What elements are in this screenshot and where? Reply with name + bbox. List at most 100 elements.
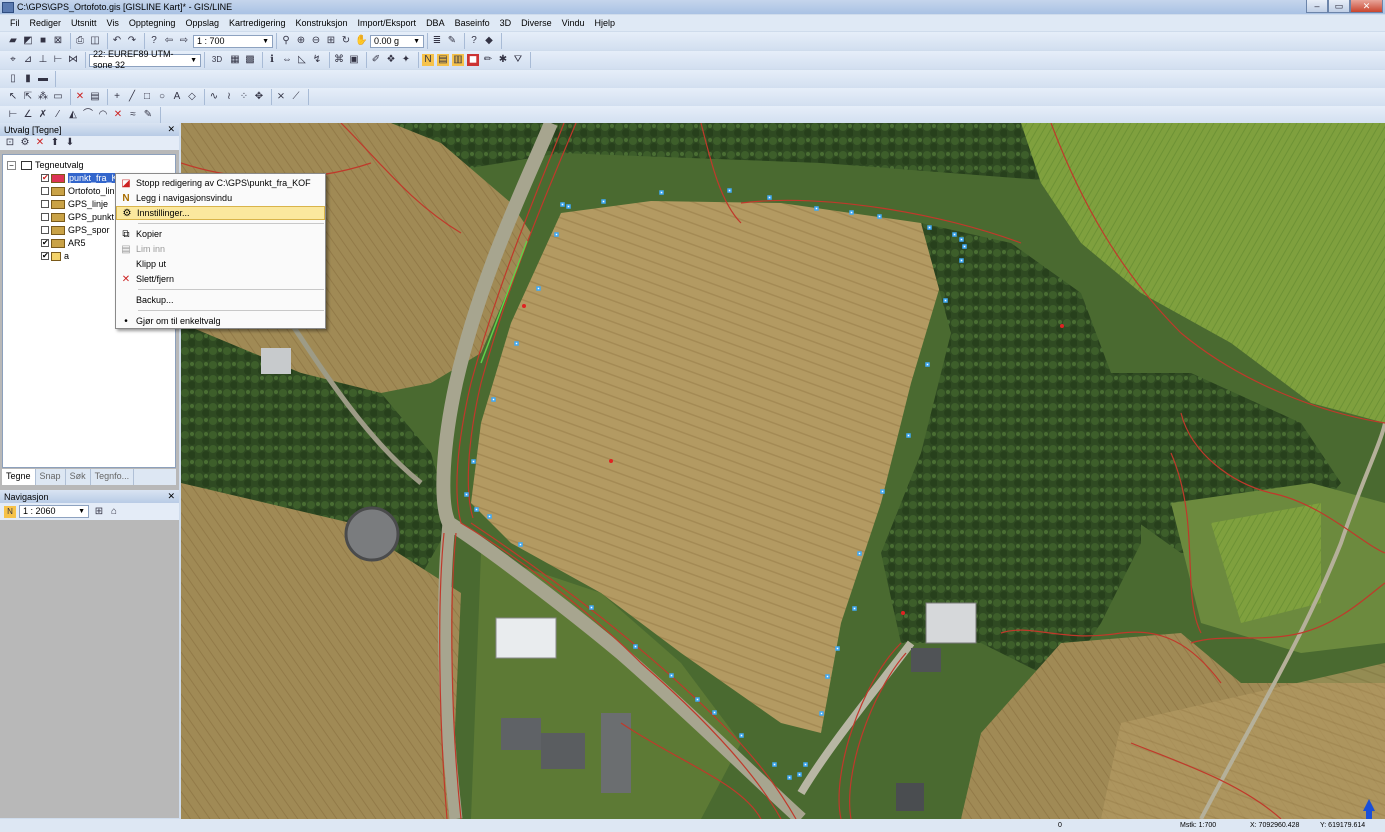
save-icon[interactable]: ■ (37, 35, 49, 47)
open-file-icon[interactable]: ◩ (22, 35, 34, 47)
snap-end-icon[interactable]: ⊢ (52, 54, 64, 66)
close-window-button[interactable]: ✕ (1350, 0, 1383, 13)
collapse-icon[interactable]: − (7, 160, 16, 170)
remove-layer-icon[interactable]: ✕ (34, 137, 46, 149)
snap-node-icon[interactable]: ⊥ (37, 54, 49, 66)
close-navigation-icon[interactable]: ✕ (167, 491, 175, 502)
menu-konstruksjon[interactable]: Konstruksjon (296, 18, 348, 28)
zoom-window-icon[interactable]: ⊞ (93, 506, 105, 518)
map-layer-icon[interactable]: ◼ (467, 54, 479, 66)
attribute-icon[interactable]: ❖ (385, 54, 397, 66)
node-icon[interactable]: ⁘ (238, 91, 250, 103)
new-layer-icon[interactable]: ⊡ (4, 137, 16, 149)
map-canvas[interactable] (181, 123, 1385, 819)
angle-combo[interactable]: 0.00 g ▼ (370, 34, 424, 48)
crs-combo[interactable]: 22: EUREF89 UTM-sone 32 ▼ (89, 49, 201, 70)
menu-fil[interactable]: Fil (10, 18, 20, 28)
orthophoto-map[interactable] (181, 123, 1385, 819)
close-panel-icon[interactable]: ✕ (167, 124, 175, 135)
select-move-icon[interactable]: ⇱ (22, 91, 34, 103)
legend-icon[interactable]: ▤ (437, 54, 449, 66)
curve-edit-icon[interactable]: ≀ (223, 91, 235, 103)
3d-label[interactable]: 3D (208, 54, 226, 66)
menu-opptegning[interactable]: Opptegning (129, 18, 176, 28)
zoom-out-icon[interactable]: ⊖ (310, 35, 322, 47)
zoom-icon[interactable]: ⚲ (280, 35, 292, 47)
tools-icon[interactable]: ◆ (483, 35, 495, 47)
menu-utsnitt[interactable]: Utsnitt (71, 18, 97, 28)
zoom-in-icon[interactable]: ⊕ (295, 35, 307, 47)
snap-line-icon[interactable]: ⊿ (22, 54, 34, 66)
layer-settings-icon[interactable]: ⚙ (19, 137, 31, 149)
draw-line-icon[interactable]: ╱ (126, 91, 138, 103)
construct-slash-icon[interactable]: ⁄ (52, 109, 64, 121)
menu-dba[interactable]: DBA (426, 18, 445, 28)
star-icon[interactable]: ✱ (497, 54, 509, 66)
filter-icon[interactable]: ⛛ (512, 54, 524, 66)
refresh-icon[interactable]: ↻ (340, 35, 352, 47)
layer-item[interactable]: GPS_linje (41, 198, 108, 210)
grid-icon[interactable]: ▦ (229, 54, 241, 66)
menu-baseinfo[interactable]: Baseinfo (455, 18, 490, 28)
select-group-icon[interactable]: ⁂ (37, 91, 49, 103)
draw-rect-icon[interactable]: □ (141, 91, 153, 103)
join-icon[interactable]: ⟋ (290, 91, 302, 103)
menu-vindu[interactable]: Vindu (562, 18, 585, 28)
construct-cross-icon[interactable]: ✗ (37, 109, 49, 121)
layer-item[interactable]: GPS_spor (41, 224, 110, 236)
layer-item[interactable]: GPS_punkt (41, 211, 114, 223)
tree-root[interactable]: − Tegneutvalg (7, 159, 84, 171)
menu-item-delete[interactable]: ✕ Slett/fjern (116, 272, 325, 286)
measure-icon[interactable]: ⇔ (281, 54, 293, 66)
layer-checkbox[interactable] (41, 226, 49, 234)
menu-hjelp[interactable]: Hjelp (595, 18, 616, 28)
help-icon[interactable]: ? (468, 35, 480, 47)
construct-x-icon[interactable]: ✕ (112, 109, 124, 121)
gps-icon[interactable]: ⌘ (333, 54, 345, 66)
menu-rediger[interactable]: Rediger (30, 18, 62, 28)
info-icon[interactable]: ℹ (266, 54, 278, 66)
north-icon[interactable]: N (422, 54, 434, 66)
menu-item-settings[interactable]: ⚙ Innstillinger... (116, 206, 325, 220)
print-preview-icon[interactable]: ◫ (89, 35, 101, 47)
menu-kartredigering[interactable]: Kartredigering (229, 18, 286, 28)
menu-import-eksport[interactable]: Import/Eksport (358, 18, 417, 28)
menu-item-single-selection[interactable]: • Gjør om til enkeltvalg (116, 314, 325, 328)
menu-diverse[interactable]: Diverse (521, 18, 552, 28)
redo-icon[interactable]: ↷ (126, 35, 138, 47)
snap-mid-icon[interactable]: ⋈ (67, 54, 79, 66)
zoom-window-icon[interactable]: ⊞ (325, 35, 337, 47)
view2-icon[interactable]: ▮ (22, 73, 34, 85)
menu-3d[interactable]: 3D (500, 18, 512, 28)
maximize-button[interactable]: ▭ (1328, 0, 1350, 13)
back-view-icon[interactable]: ⇦ (163, 35, 175, 47)
view1-icon[interactable]: ▯ (7, 73, 19, 85)
properties-icon[interactable]: ▤ (89, 91, 101, 103)
draw-icon[interactable]: ✎ (446, 35, 458, 47)
pan-icon[interactable]: ⌂ (108, 506, 120, 518)
undo-icon[interactable]: ↶ (111, 35, 123, 47)
open-folder-icon[interactable]: ▰ (7, 35, 19, 47)
layer-checkbox[interactable] (41, 187, 49, 195)
tab-tegne[interactable]: Tegne (2, 469, 36, 485)
area-icon[interactable]: ◺ (296, 54, 308, 66)
layer-item[interactable]: ✔ a (41, 250, 69, 262)
tab-sok[interactable]: Søk (66, 469, 91, 485)
move-up-icon[interactable]: ⬆ (49, 137, 61, 149)
construct-area-icon[interactable]: ◭ (67, 109, 79, 121)
draw-point-icon[interactable]: + (111, 91, 123, 103)
help-pointer-icon[interactable]: ? (148, 35, 160, 47)
move-down-icon[interactable]: ⬇ (64, 137, 76, 149)
layer-checkbox[interactable]: ✔ (41, 239, 49, 247)
tab-tegnfo[interactable]: Tegnfo... (91, 469, 135, 485)
select-rect-icon[interactable]: ▭ (52, 91, 64, 103)
image-icon[interactable]: ▣ (348, 54, 360, 66)
pencil-icon[interactable]: ✏ (482, 54, 494, 66)
nav-scale-combo[interactable]: 1 : 2060 ▼ (19, 505, 89, 518)
pan-hand-icon[interactable]: ✋ (355, 35, 367, 47)
draw-circle-icon[interactable]: ○ (156, 91, 168, 103)
select-arrow-icon[interactable]: ↖ (7, 91, 19, 103)
construct-line-icon[interactable]: ⊢ (7, 109, 19, 121)
layer-checkbox[interactable] (41, 213, 49, 221)
print-icon[interactable]: ⎙ (74, 35, 86, 47)
